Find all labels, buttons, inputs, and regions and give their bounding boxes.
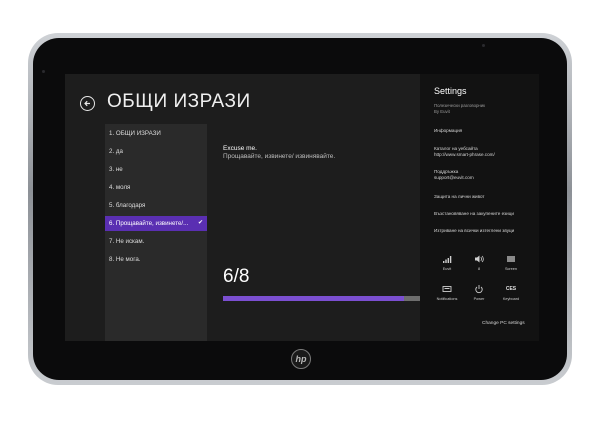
list-item[interactable]: 8. Не мога.	[105, 252, 207, 267]
phrase-translation: Прощавайте, извинете/ извинявайте.	[223, 153, 336, 160]
change-pc-settings-link[interactable]: Change PC settings	[482, 321, 525, 326]
page-title: ОБЩИ ИЗРАЗИ	[107, 91, 251, 112]
speaker-icon	[465, 254, 493, 264]
list-item[interactable]: 1. ОБЩИ ИЗРАЗИ	[105, 126, 207, 141]
camera-dot	[482, 44, 485, 47]
screen-icon	[497, 254, 525, 264]
settings-website-link[interactable]: Каталог на уебсайта http://www.smart-phr…	[434, 146, 538, 158]
progress-bar	[223, 296, 420, 301]
list-item[interactable]: 2. да	[105, 144, 207, 159]
settings-app-author: By Euvit	[434, 109, 450, 114]
settings-restore-link[interactable]: Възстановяване на закупените езици	[434, 211, 538, 217]
notifications-tile[interactable]: Notifications	[433, 284, 461, 301]
list-item-label: 7. Не искам.	[109, 238, 145, 245]
list-item[interactable]: 3. не	[105, 162, 207, 177]
checkmark-icon: ✔	[197, 220, 203, 226]
power-tile[interactable]: Power	[465, 284, 493, 301]
progress-bar-fill	[223, 296, 405, 301]
sensor-dot	[42, 70, 45, 73]
list-item-label: 6. Прощавайте, извинете/...	[109, 220, 189, 227]
list-item[interactable]: 5. благодаря	[105, 198, 207, 213]
list-item-label: 5. благодаря	[109, 202, 146, 209]
list-item-label: 3. не	[109, 166, 123, 173]
app-screen: ОБЩИ ИЗРАЗИ 1. ОБЩИ ИЗРАЗИ 2. да 3. не 4…	[65, 74, 539, 341]
keyboard-icon: CES	[505, 286, 517, 292]
phrase-list: 1. ОБЩИ ИЗРАЗИ 2. да 3. не 4. моля 5. бл…	[105, 124, 207, 341]
keyboard-tile[interactable]: CES Keyboard	[497, 284, 525, 301]
settings-privacy-link[interactable]: Защита на лични живот	[434, 194, 538, 200]
settings-info-link[interactable]: Информация	[434, 128, 538, 134]
phrase-english[interactable]: Excuse me.	[223, 145, 257, 152]
signal-icon	[433, 254, 461, 264]
list-item-label: 1. ОБЩИ ИЗРАЗИ	[109, 130, 161, 137]
settings-delete-link[interactable]: Изтриване на всички изтеглени звуци	[434, 228, 538, 234]
list-item-label: 8. Не мога.	[109, 256, 141, 263]
list-item[interactable]: 4. моля	[105, 180, 207, 195]
settings-support-link[interactable]: Поддръжка support@euvit.com	[434, 169, 538, 181]
progress-counter: 6/8	[223, 266, 250, 287]
keyboard-label: Keyboard	[502, 297, 520, 301]
back-arrow-icon[interactable]	[80, 96, 95, 111]
power-icon	[465, 284, 493, 294]
notifications-icon	[433, 284, 461, 294]
hp-logo: hp	[291, 349, 311, 369]
network-label: Euvit	[442, 267, 452, 271]
volume-label: 8	[477, 267, 481, 271]
settings-charm-panel: Settings Полезически разговорник By Euvi…	[420, 74, 539, 341]
list-item-selected[interactable]: 6. Прощавайте, извинете/... ✔	[105, 216, 207, 231]
settings-title: Settings	[434, 86, 467, 96]
notifications-label: Notifications	[436, 297, 458, 301]
network-tile[interactable]: Euvit	[433, 254, 461, 271]
power-label: Power	[473, 297, 485, 301]
list-item-label: 4. моля	[109, 184, 131, 191]
support-email: support@euvit.com	[434, 175, 474, 180]
website-url: http://www.smart-phrase.com/	[434, 152, 495, 157]
screen-label: Screen	[504, 267, 518, 271]
list-item[interactable]: 7. Не искам.	[105, 234, 207, 249]
volume-tile[interactable]: 8	[465, 254, 493, 271]
settings-subtitle: Полезически разговорник By Euvit	[434, 103, 534, 115]
screen-tile[interactable]: Screen	[497, 254, 525, 271]
list-item-label: 2. да	[109, 148, 123, 155]
